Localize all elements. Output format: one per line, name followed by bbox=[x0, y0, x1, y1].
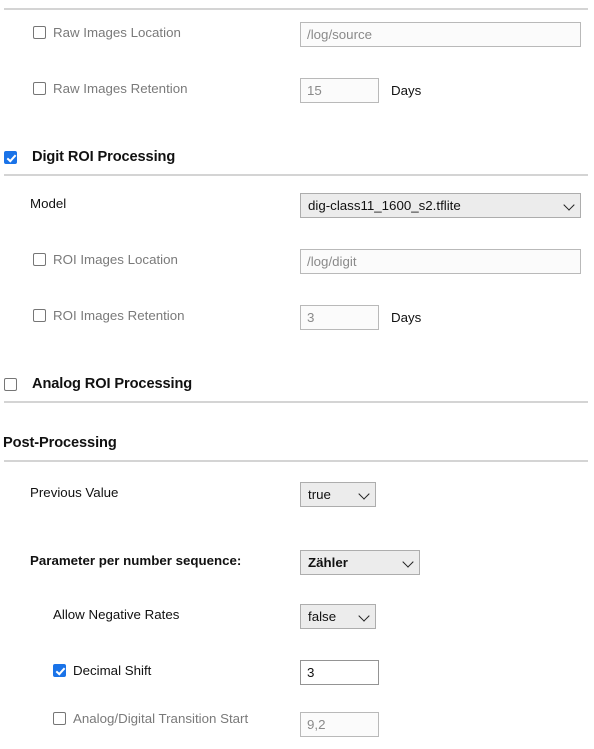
decimal-shift-checkbox[interactable] bbox=[53, 664, 66, 677]
raw-images-retention-unit: Days bbox=[391, 83, 422, 98]
roi-images-retention-label: ROI Images Retention bbox=[53, 308, 185, 323]
field-cell: false bbox=[300, 604, 594, 629]
chevron-down-icon bbox=[402, 555, 414, 568]
row-parameter-per-number-sequence: Parameter per number sequence: Zähler bbox=[0, 550, 594, 575]
label-cell: ROI Images Location bbox=[0, 249, 300, 268]
field-cell bbox=[300, 660, 594, 685]
section-post-processing: Post-Processing bbox=[0, 435, 594, 451]
row-raw-images-location: Raw Images Location bbox=[0, 22, 594, 47]
decimal-shift-label: Decimal Shift bbox=[73, 663, 152, 678]
field-cell: Zähler bbox=[300, 550, 594, 575]
chevron-down-icon bbox=[358, 609, 370, 622]
row-raw-images-retention: Raw Images Retention Days bbox=[0, 78, 594, 103]
row-allow-negative-rates: Allow Negative Rates false bbox=[0, 604, 594, 629]
parameter-per-number-sequence-select[interactable]: Zähler bbox=[300, 550, 420, 575]
model-select[interactable]: dig-class11_1600_s2.tflite bbox=[300, 193, 581, 218]
row-roi-images-retention: ROI Images Retention Days bbox=[0, 305, 594, 330]
analog-roi-processing-checkbox[interactable] bbox=[4, 377, 17, 391]
row-previous-value: Previous Value true bbox=[0, 482, 594, 507]
raw-images-retention-checkbox[interactable] bbox=[33, 82, 46, 95]
label-cell: ROI Images Retention bbox=[0, 305, 300, 324]
row-model: Model dig-class11_1600_s2.tflite bbox=[0, 193, 594, 218]
row-roi-images-location: ROI Images Location bbox=[0, 249, 594, 274]
field-cell bbox=[300, 249, 594, 274]
field-cell bbox=[300, 710, 594, 737]
label-cell: Model bbox=[0, 193, 300, 212]
roi-images-location-checkbox[interactable] bbox=[33, 253, 46, 266]
roi-images-retention-input[interactable] bbox=[300, 305, 379, 330]
analog-digital-transition-start-input[interactable] bbox=[300, 712, 379, 737]
model-select-value: dig-class11_1600_s2.tflite bbox=[308, 198, 461, 213]
field-cell bbox=[300, 22, 594, 47]
raw-images-location-label: Raw Images Location bbox=[53, 25, 181, 40]
settings-page: Raw Images Location Raw Images Retention… bbox=[0, 0, 594, 749]
label-cell: Analog/Digital Transition Start bbox=[0, 710, 300, 727]
digit-roi-processing-heading: Digit ROI Processing bbox=[32, 149, 176, 165]
row-decimal-shift: Decimal Shift bbox=[0, 660, 594, 685]
roi-images-retention-checkbox[interactable] bbox=[33, 309, 46, 322]
decimal-shift-input[interactable] bbox=[300, 660, 379, 685]
raw-images-location-input[interactable] bbox=[300, 22, 581, 47]
field-cell: true bbox=[300, 482, 594, 507]
roi-images-location-label: ROI Images Location bbox=[53, 252, 178, 267]
field-cell: Days bbox=[300, 78, 594, 103]
allow-negative-rates-select-value: false bbox=[308, 609, 337, 624]
raw-images-retention-input[interactable] bbox=[300, 78, 379, 103]
previous-value-select-value: true bbox=[308, 487, 331, 502]
label-cell: Raw Images Retention bbox=[0, 78, 300, 97]
label-cell: Previous Value bbox=[0, 482, 300, 501]
label-cell: Allow Negative Rates bbox=[0, 604, 300, 623]
roi-images-retention-unit: Days bbox=[391, 310, 422, 325]
section-analog-roi-processing: Analog ROI Processing bbox=[0, 376, 594, 392]
raw-images-retention-label: Raw Images Retention bbox=[53, 81, 188, 96]
label-cell: Parameter per number sequence: bbox=[0, 550, 300, 569]
analog-digital-transition-start-label: Analog/Digital Transition Start bbox=[73, 711, 249, 726]
chevron-down-icon bbox=[563, 198, 575, 211]
label-cell: Raw Images Location bbox=[0, 22, 300, 41]
section-digit-roi-processing: Digit ROI Processing bbox=[0, 149, 594, 165]
label-cell: Decimal Shift bbox=[0, 660, 300, 679]
digit-roi-processing-checkbox[interactable] bbox=[4, 150, 17, 164]
analog-digital-transition-start-checkbox[interactable] bbox=[53, 712, 66, 725]
chevron-down-icon bbox=[358, 487, 370, 500]
field-cell: dig-class11_1600_s2.tflite bbox=[300, 193, 594, 218]
allow-negative-rates-label: Allow Negative Rates bbox=[53, 607, 180, 622]
previous-value-select[interactable]: true bbox=[300, 482, 376, 507]
allow-negative-rates-select[interactable]: false bbox=[300, 604, 376, 629]
post-processing-heading: Post-Processing bbox=[3, 435, 117, 451]
field-cell: Days bbox=[300, 305, 594, 330]
analog-roi-processing-heading: Analog ROI Processing bbox=[32, 376, 193, 392]
row-analog-digital-transition-start: Analog/Digital Transition Start bbox=[0, 710, 594, 737]
previous-value-label: Previous Value bbox=[30, 485, 119, 500]
raw-images-location-checkbox[interactable] bbox=[33, 26, 46, 39]
parameter-per-number-sequence-value: Zähler bbox=[308, 555, 348, 570]
parameter-per-number-sequence-label: Parameter per number sequence: bbox=[30, 553, 242, 568]
roi-images-location-input[interactable] bbox=[300, 249, 581, 274]
model-label: Model bbox=[30, 196, 67, 211]
